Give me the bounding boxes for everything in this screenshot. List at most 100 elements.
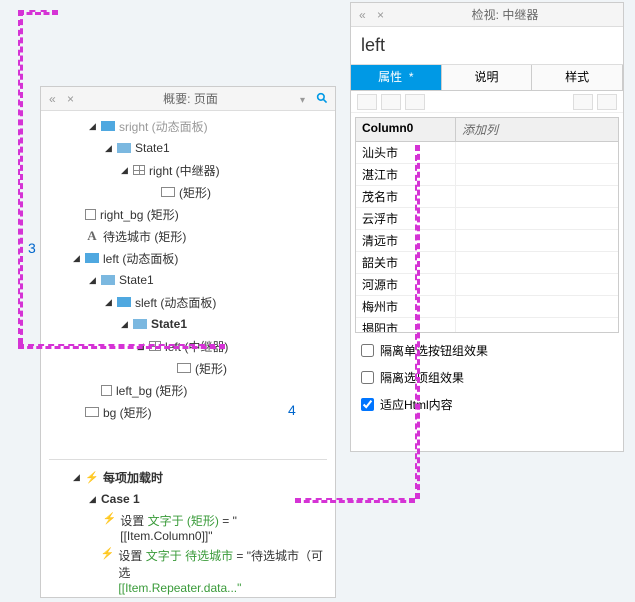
lightning-icon	[101, 547, 115, 559]
tree-node[interactable]: left (动态面板)	[41, 247, 335, 269]
annot-line	[295, 498, 415, 503]
grid-cell[interactable]: 汕头市	[356, 142, 456, 163]
state-icon	[133, 319, 147, 329]
tree-node[interactable]: State1	[41, 313, 335, 335]
annot-line	[415, 145, 420, 499]
rect-icon	[177, 363, 191, 373]
search-icon[interactable]	[316, 92, 329, 105]
dyn-icon	[117, 297, 131, 307]
grid-tool-5[interactable]	[597, 94, 617, 110]
node-label: (矩形)	[179, 184, 211, 201]
grid-cell[interactable]: 揭阳市	[356, 318, 456, 332]
caret-icon[interactable]	[89, 275, 99, 286]
state-icon	[101, 275, 115, 285]
grid-tool-1[interactable]	[357, 94, 377, 110]
grid-body[interactable]: 汕头市湛江市茂名市云浮市清远市韶关市河源市梅州市揭阳市汕尾市潮州市	[356, 142, 618, 332]
grid-cell[interactable]: 韶关市	[356, 252, 456, 273]
grid-toolbar	[351, 91, 623, 113]
collapse-icon[interactable]: «	[359, 8, 373, 22]
annotation-3: 3	[28, 240, 36, 256]
rect-icon	[161, 187, 175, 197]
annotation-4: 4	[288, 402, 296, 418]
node-label: bg (矩形)	[103, 404, 152, 421]
tree-node[interactable]: State1	[41, 269, 335, 291]
grid-row[interactable]: 韶关市	[356, 252, 618, 274]
node-label: right (中继器)	[149, 162, 220, 179]
tree-node[interactable]: sleft (动态面板)	[41, 291, 335, 313]
text-icon: A	[85, 230, 99, 242]
outline-header: « × 概要: 页面	[41, 87, 335, 111]
caret-icon[interactable]	[121, 319, 131, 330]
grid-row[interactable]: 河源市	[356, 274, 618, 296]
node-label: 待选城市 (矩形)	[103, 228, 186, 245]
grid-cell[interactable]: 梅州市	[356, 296, 456, 317]
event-action-2[interactable]: 设置 文字于 待选城市 = "待选城市（可选[[Item.Repeater.da…	[41, 545, 335, 597]
caret-icon[interactable]	[89, 121, 99, 132]
grid-cell[interactable]: 湛江市	[356, 164, 456, 185]
lightning-icon	[102, 512, 116, 524]
check-isolate-select[interactable]: 隔离选项组效果	[351, 364, 623, 391]
dyn-icon	[85, 253, 99, 263]
tree-node[interactable]: A 待选城市 (矩形)	[41, 225, 335, 247]
grid-add-column[interactable]: 添加列	[456, 118, 618, 141]
tree-node[interactable]: right (中继器)	[41, 159, 335, 181]
tree-node[interactable]: right_bg (矩形)	[41, 203, 335, 225]
chk-icon	[85, 209, 96, 220]
caret-icon[interactable]	[121, 165, 131, 176]
tree-node[interactable]: sright (动态面板)	[41, 115, 335, 137]
tree-node[interactable]: State1	[41, 137, 335, 159]
caret-icon[interactable]	[73, 253, 83, 264]
node-label: (矩形)	[195, 360, 227, 377]
close-icon[interactable]: ×	[67, 92, 81, 106]
collapse-icon[interactable]: «	[49, 92, 63, 106]
grid-row[interactable]: 湛江市	[356, 164, 618, 186]
tree-node[interactable]: (矩形)	[41, 181, 335, 203]
tab-properties[interactable]: 属性 *	[351, 65, 442, 90]
tab-style[interactable]: 样式	[532, 65, 623, 90]
grid-cell[interactable]: 清远市	[356, 230, 456, 251]
annot-line	[18, 10, 58, 15]
checkbox-isolate-select[interactable]	[361, 371, 374, 384]
tab-notes[interactable]: 说明	[442, 65, 533, 90]
caret-icon[interactable]	[105, 297, 115, 308]
checkbox-isolate-radio[interactable]	[361, 344, 374, 357]
caret-icon[interactable]	[105, 143, 115, 154]
check-isolate-radio[interactable]: 隔离单选按钮组效果	[351, 337, 623, 364]
grid-row[interactable]: 揭阳市	[356, 318, 618, 332]
annot-line	[18, 10, 23, 344]
grid-tool-3[interactable]	[405, 94, 425, 110]
check-fit-html[interactable]: 适应Html内容	[351, 391, 623, 418]
event-onload[interactable]: 每项加载时	[41, 466, 335, 488]
grid-cell[interactable]: 云浮市	[356, 208, 456, 229]
node-label: State1	[151, 317, 187, 331]
tree-node[interactable]: left_bg (矩形)	[41, 379, 335, 401]
grid-cell[interactable]: 河源市	[356, 274, 456, 295]
node-label: State1	[119, 273, 154, 287]
grid-col-0[interactable]: Column0	[356, 118, 456, 141]
annot-line	[18, 344, 225, 349]
node-label: left_bg (矩形)	[116, 382, 187, 399]
checkbox-fit-html[interactable]	[361, 398, 374, 411]
event-case[interactable]: Case 1	[41, 488, 335, 510]
grid-row[interactable]: 汕头市	[356, 142, 618, 164]
close-icon[interactable]: ×	[377, 8, 391, 22]
dyn-icon	[101, 121, 115, 131]
inspector-tabs: 属性 * 说明 样式	[351, 65, 623, 91]
outline-panel: « × 概要: 页面 sright (动态面板) State1 right (中…	[40, 86, 336, 598]
filter-icon[interactable]	[300, 92, 314, 106]
grid-cell[interactable]: 茂名市	[356, 186, 456, 207]
object-name[interactable]: left	[351, 27, 623, 65]
grid-header: Column0 添加列	[356, 118, 618, 142]
node-label: left (动态面板)	[103, 250, 178, 267]
node-label: sleft (动态面板)	[135, 294, 216, 311]
inspector-title: 检视: 中继器	[393, 6, 617, 23]
grid-tool-4[interactable]	[573, 94, 593, 110]
grid-tool-2[interactable]	[381, 94, 401, 110]
grid-row[interactable]: 云浮市	[356, 208, 618, 230]
event-action-1[interactable]: 设置 文字于 (矩形) = "[[Item.Column0]]"	[41, 510, 335, 545]
tree-node[interactable]: (矩形)	[41, 357, 335, 379]
grid-row[interactable]: 清远市	[356, 230, 618, 252]
rpt-icon	[133, 165, 145, 175]
grid-row[interactable]: 梅州市	[356, 296, 618, 318]
grid-row[interactable]: 茂名市	[356, 186, 618, 208]
